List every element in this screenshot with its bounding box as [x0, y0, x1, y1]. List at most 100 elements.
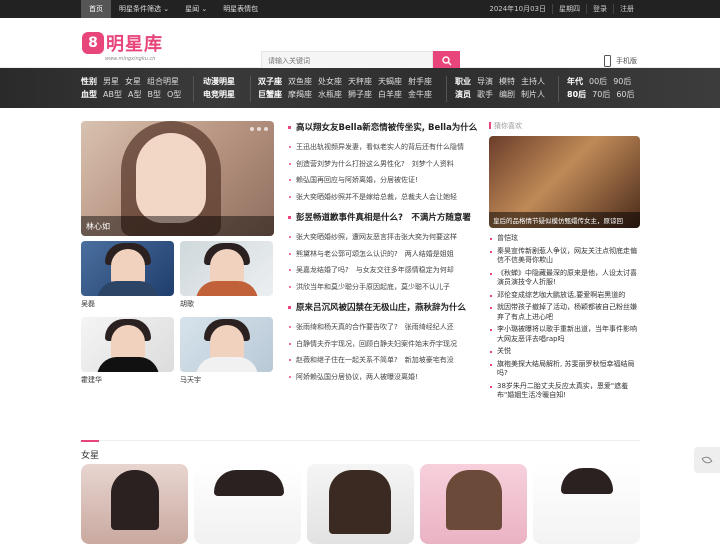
recommend-item[interactable]: 李小璐被曝将以歌手重新出道，当年事件影响大网友恶评去唱rap吗: [489, 325, 640, 344]
cat-item[interactable]: 双鱼座: [288, 75, 312, 88]
top-bar: 首页 明星条件筛选 ⌄ 星闻 ⌄ 明星表情包 2024年10月03日 星期四 登…: [0, 0, 720, 18]
recommend-item[interactable]: 关悦: [489, 347, 640, 357]
logo-icon: 8: [82, 32, 104, 54]
site-logo[interactable]: 8 明星库: [82, 30, 163, 56]
photo-body: [196, 357, 258, 372]
news-item[interactable]: 洪欣当年和莫少聪分手原因起底，莫少聪不认儿子: [288, 279, 478, 296]
phone-handset-icon: [701, 454, 713, 466]
cat-zodiac-label[interactable]: 双子座: [258, 75, 282, 88]
cat-item[interactable]: 模特: [499, 75, 515, 88]
news-item[interactable]: 阿娇赖弘国分居协议，两人被曝没离婚!: [288, 369, 478, 386]
news-headline[interactable]: 彭昱畅道歉事件真相是什么? 不满片方随意署: [288, 211, 478, 223]
female-star-card[interactable]: [81, 464, 188, 544]
star-thumb[interactable]: 胡歌: [180, 241, 273, 309]
news-item[interactable]: 白静情夫乔宇现况，回顾白静夫妇案件始末乔宇现况: [288, 336, 478, 353]
female-section-title[interactable]: 女星: [81, 440, 100, 461]
category-bar: 性别 男星 女星 组合明星 血型 AB型 A型 B型 O型 动漫明星 电竞明星 双子座 双鱼座处…: [0, 68, 720, 108]
cat-blood-label[interactable]: 血型: [81, 88, 97, 101]
photo-hair: [446, 470, 502, 530]
category-zodiac: 双子座 双鱼座 处女座 天秤座 天蝎座 射手座 巨蟹座 摩羯座 水瓶座 狮子座 白羊座 金牛座: [258, 75, 438, 101]
cat-item[interactable]: 金牛座: [408, 88, 432, 101]
news-headline[interactable]: 高以翔女友Bella新恋情被传坐实, Bella为什么: [288, 121, 478, 133]
cat-item[interactable]: 摩羯座: [288, 88, 312, 101]
cat-item[interactable]: 女星: [125, 75, 141, 88]
news-item[interactable]: 赵薇和继子住在一起关系不简单? 新加坡豪宅有没: [288, 352, 478, 369]
cat-item[interactable]: 处女座: [318, 75, 342, 88]
news-item[interactable]: 熊黛林与老公郭可颂怎么认识的? 两人结婚是姐姐: [288, 246, 478, 263]
contact-float-button[interactable]: [694, 447, 720, 473]
cat-item[interactable]: 60后: [616, 88, 634, 101]
recommend-item[interactable]: 曾恺玹: [489, 234, 640, 244]
cat-item[interactable]: 男星: [103, 75, 119, 88]
cat-item[interactable]: 70后: [592, 88, 610, 101]
mobile-version-link[interactable]: 手机版: [604, 55, 637, 67]
cat-item[interactable]: 天秤座: [348, 75, 372, 88]
nav-emoji[interactable]: 明星表情包: [215, 0, 266, 18]
cat-item[interactable]: 歌手: [477, 88, 493, 101]
featured-face: [136, 133, 206, 223]
female-stars-row: [81, 464, 640, 544]
nav-filter[interactable]: 明星条件筛选 ⌄: [111, 0, 177, 18]
cat-era-label[interactable]: 年代: [567, 75, 583, 88]
recommend-item[interactable]: 就因带孩子撤掉了活动，杨颖都被自己粉丝嫌弃了有点上进心吧: [489, 303, 640, 322]
cat-era-label2[interactable]: 80后: [567, 88, 586, 101]
cat-actor-label[interactable]: 演员: [455, 88, 471, 101]
recommend-item[interactable]: 旗袍美探大结局解析, 苏斐丽罗秋恒幸福结局吗?: [489, 360, 640, 379]
cat-anime[interactable]: 动漫明星: [203, 75, 235, 88]
cat-gender-label[interactable]: 性别: [81, 75, 97, 88]
female-star-card[interactable]: [194, 464, 301, 544]
recommend-feature[interactable]: 皇后的品格情节疑似模仿甄嬛传女主，原谅回: [489, 136, 640, 228]
logo-url: www.mingxingku.cn: [105, 56, 156, 62]
cat-job-label[interactable]: 职业: [455, 75, 471, 88]
cat-item[interactable]: B型: [147, 88, 161, 101]
nav-home[interactable]: 首页: [81, 0, 111, 18]
news-item[interactable]: 张雨绮和杨天真的合作要告吹了? 张雨绮经纪人还: [288, 319, 478, 336]
cat-item[interactable]: 制片人: [521, 88, 545, 101]
star-thumb[interactable]: 霍建华: [81, 317, 174, 385]
photo-hair: [561, 468, 613, 494]
cat-item[interactable]: AB型: [103, 88, 122, 101]
cat-zodiac-label2[interactable]: 巨蟹座: [258, 88, 282, 101]
recommend-item[interactable]: 38岁朱丹二胎丈夫反应太真实，恩爱"遮羞布"婚姻生活冷暖自知!: [489, 382, 640, 401]
login-link[interactable]: 登录: [586, 4, 613, 14]
female-star-card[interactable]: [533, 464, 640, 544]
cat-item[interactable]: 射手座: [408, 75, 432, 88]
cat-item[interactable]: 主持人: [521, 75, 545, 88]
recommend-item[interactable]: 《秋蝉》中隐藏最深的原来是他，人设太讨喜演员演技令人折服!: [489, 269, 640, 288]
mobile-label: 手机版: [616, 57, 637, 65]
register-link[interactable]: 注册: [613, 4, 640, 14]
news-headline[interactable]: 原来吕沉风被囚禁在无极山庄，燕秋辞为什么: [288, 301, 478, 313]
slider-dot[interactable]: [257, 127, 261, 131]
cat-item[interactable]: 水瓶座: [318, 88, 342, 101]
recommend-item[interactable]: 秦昊宣传新剧惹人争议，网友关注点彻底走偏信不信美哥你欺山: [489, 247, 640, 266]
featured-slide[interactable]: 林心如: [81, 121, 274, 236]
news-item[interactable]: 张大奕晒婚纱照，遭网友恶言抨击张大奕为何要这样: [288, 229, 478, 246]
news-item[interactable]: 吴嘉龙结婚了吗? 与女友交往多年感情稳定为何却: [288, 262, 478, 279]
female-star-card[interactable]: [307, 464, 414, 544]
cat-esports[interactable]: 电竞明星: [203, 88, 235, 101]
cat-item[interactable]: 天蝎座: [378, 75, 402, 88]
cat-item[interactable]: 90后: [613, 75, 631, 88]
slider-dot[interactable]: [250, 127, 254, 131]
slider-dot[interactable]: [264, 127, 268, 131]
phone-icon: [604, 55, 611, 67]
star-thumb[interactable]: 马天宇: [180, 317, 273, 385]
recommend-item[interactable]: 邓伦变成综艺咖大鹏放话,要爱啊岩黑道的: [489, 291, 640, 301]
star-photo: [180, 317, 273, 372]
cat-item[interactable]: O型: [167, 88, 181, 101]
news-item[interactable]: 王迅出轨视频异发妻，看似老实人的背后还有什么隐情: [288, 139, 478, 156]
cat-item[interactable]: A型: [128, 88, 141, 101]
female-star-card[interactable]: [420, 464, 527, 544]
cat-item[interactable]: 编剧: [499, 88, 515, 101]
cat-item[interactable]: 组合明星: [147, 75, 179, 88]
cat-item[interactable]: 导演: [477, 75, 493, 88]
news-item[interactable]: 张大奕晒婚纱照并不是嫁给总裁，总裁夫人会让她轻: [288, 189, 478, 206]
cat-item[interactable]: 白羊座: [378, 88, 402, 101]
star-thumb[interactable]: 吴磊: [81, 241, 174, 309]
photo-hair: [214, 470, 284, 496]
news-item[interactable]: 创造营刘梦为什么打扮这么男性化? 刘梦个人资料: [288, 156, 478, 173]
cat-item[interactable]: 狮子座: [348, 88, 372, 101]
news-item[interactable]: 赖弘国再回应与阿娇离婚，分居被佐证!: [288, 172, 478, 189]
cat-item[interactable]: 00后: [589, 75, 607, 88]
nav-news[interactable]: 星闻 ⌄: [177, 0, 215, 18]
